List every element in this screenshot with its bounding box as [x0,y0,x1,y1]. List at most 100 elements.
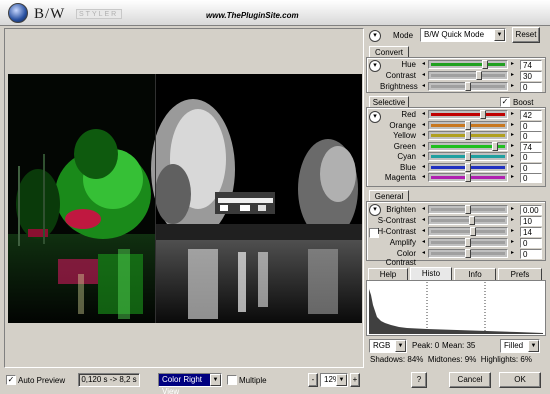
general-slider-track[interactable] [428,249,508,258]
slider-decrease-arrow[interactable]: ◂ [420,82,427,91]
general-slider-value[interactable]: 14 [520,227,542,237]
cancel-button[interactable]: Cancel [449,372,491,388]
slider-decrease-arrow[interactable]: ◂ [420,131,427,140]
general-slider-value[interactable]: 0 [520,238,542,248]
selective-slider-track[interactable] [428,110,508,119]
slider-thumb[interactable] [465,162,471,172]
slider-thumb[interactable] [465,152,471,161]
general-slider-value[interactable]: 0.00 [520,205,542,215]
selective-slider-track[interactable] [428,131,508,140]
zoom-out-button[interactable]: - [308,373,318,387]
histogram-channel-select[interactable]: RGB ▼ [369,339,407,353]
view-mode-select[interactable]: Color Right View ▼ [158,373,222,394]
slider-thumb[interactable] [476,71,482,80]
convert-slider-value[interactable]: 74 [520,60,542,70]
slider-increase-arrow[interactable]: ▸ [509,131,516,140]
convert-slider-track[interactable] [428,82,508,91]
selective-slider-value[interactable]: 0 [520,162,542,173]
mode-select[interactable]: B/W Quick Mode ▼ [420,28,506,42]
slider-decrease-arrow[interactable]: ◂ [420,152,427,161]
general-slider-track[interactable] [428,205,508,214]
histogram-display-select[interactable]: Filled ▼ [500,339,540,353]
ok-button[interactable]: OK [499,372,541,388]
preview-image[interactable] [8,74,362,323]
slider-decrease-arrow[interactable]: ◂ [420,142,427,151]
slider-decrease-arrow[interactable]: ◂ [420,71,427,80]
slider-decrease-arrow[interactable]: ◂ [420,249,427,258]
convert-slider-track[interactable] [428,71,508,80]
tab-histo[interactable]: Histo [410,267,452,280]
slider-increase-arrow[interactable]: ▸ [509,121,516,130]
slider-thumb[interactable] [465,82,471,91]
slider-decrease-arrow[interactable]: ◂ [420,238,427,247]
slider-increase-arrow[interactable]: ▸ [509,173,516,182]
slider-increase-arrow[interactable]: ▸ [509,71,516,80]
slider-increase-arrow[interactable]: ▸ [509,249,516,258]
general-slider-value[interactable]: 0 [520,249,542,259]
slider-increase-arrow[interactable]: ▸ [509,227,516,236]
slider-thumb[interactable] [465,131,471,140]
convert-slider-value[interactable]: 30 [520,71,542,81]
general-slider-track[interactable] [428,227,508,236]
selective-slider-value[interactable]: 0 [520,131,542,141]
zoom-in-button[interactable]: + [350,373,360,387]
slider-decrease-arrow[interactable]: ◂ [420,205,427,214]
boost-checkbox[interactable]: ✓ [500,97,510,107]
selective-slider-track[interactable] [428,162,508,172]
slider-decrease-arrow[interactable]: ◂ [420,110,427,119]
slider-decrease-arrow[interactable]: ◂ [420,121,427,130]
selective-slider-value[interactable]: 74 [520,141,542,152]
selective-slider-value[interactable]: 0 [520,120,542,131]
mode-collapse-button[interactable]: ▾ [369,30,381,42]
slider-increase-arrow[interactable]: ▸ [509,60,516,69]
tab-info[interactable]: Info [454,268,496,280]
general-slider-track[interactable] [428,216,508,225]
site-url[interactable]: www.ThePluginSite.com [206,11,299,20]
slider-thumb[interactable] [465,120,471,130]
convert-slider-track[interactable] [428,60,508,69]
convert-slider-value[interactable]: 0 [520,82,542,92]
convert-slider-label: Contrast [385,71,416,80]
slider-thumb[interactable] [492,141,498,151]
selective-slider-value[interactable]: 0 [520,173,542,183]
selective-slider-track[interactable] [428,120,508,130]
slider-increase-arrow[interactable]: ▸ [509,216,516,225]
slider-fill [431,63,505,66]
selective-slider-track[interactable] [428,141,508,151]
selective-slider-value[interactable]: 0 [520,152,542,162]
slider-decrease-arrow[interactable]: ◂ [420,227,427,236]
general-slider-track[interactable] [428,238,508,247]
slider-decrease-arrow[interactable]: ◂ [420,216,427,225]
reset-button[interactable]: Reset [512,27,540,43]
selective-slider-track[interactable] [428,152,508,161]
slider-thumb[interactable] [465,238,471,247]
slider-increase-arrow[interactable]: ▸ [509,142,516,151]
peak-label: Peak: [412,341,433,350]
general-slider-value[interactable]: 10 [520,216,542,226]
slider-thumb[interactable] [482,60,488,69]
slider-increase-arrow[interactable]: ▸ [509,82,516,91]
slider-decrease-arrow[interactable]: ◂ [420,60,427,69]
multiple-checkbox[interactable] [227,375,237,385]
slider-increase-arrow[interactable]: ▸ [509,152,516,161]
slider-thumb[interactable] [465,249,471,258]
slider-fill [431,74,505,77]
slider-increase-arrow[interactable]: ▸ [509,205,516,214]
auto-preview-checkbox[interactable]: ✓ [6,375,16,385]
slider-decrease-arrow[interactable]: ◂ [420,173,427,182]
slider-thumb[interactable] [470,227,476,236]
slider-increase-arrow[interactable]: ▸ [509,238,516,247]
slider-increase-arrow[interactable]: ▸ [509,163,516,172]
tab-help[interactable]: Help [368,268,408,280]
selective-slider-track[interactable] [428,173,508,182]
slider-thumb[interactable] [480,110,486,119]
slider-thumb[interactable] [465,205,471,214]
tab-prefs[interactable]: Prefs [498,268,542,280]
help-button[interactable]: ? [411,372,427,388]
slider-increase-arrow[interactable]: ▸ [509,110,516,119]
selective-slider-value[interactable]: 42 [520,110,542,120]
slider-thumb[interactable] [465,173,471,182]
slider-decrease-arrow[interactable]: ◂ [420,163,427,172]
zoom-select[interactable]: 12% ▼ [320,373,348,387]
slider-thumb[interactable] [469,216,475,225]
